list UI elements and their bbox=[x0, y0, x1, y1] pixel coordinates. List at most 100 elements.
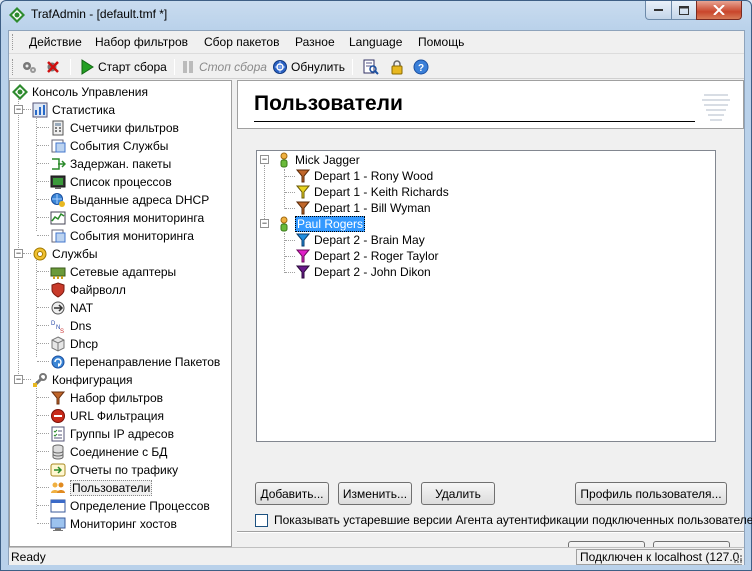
tree-item-dhcp-leases[interactable]: Выданные адреса DHCP bbox=[50, 191, 209, 209]
tree-item-url-filtering[interactable]: URL Фильтрация bbox=[50, 407, 164, 425]
stop-service-button[interactable] bbox=[45, 58, 61, 76]
wrench-icon bbox=[32, 372, 48, 388]
tree-item-label: Перенаправление Пакетов bbox=[70, 355, 221, 369]
gear-stop-icon bbox=[45, 59, 61, 75]
tree-node-statistics[interactable]: Статистика bbox=[32, 101, 115, 119]
svg-text:?: ? bbox=[418, 63, 424, 74]
user-node-paul-rogers[interactable]: Paul Rogers bbox=[276, 216, 366, 232]
show-outdated-agents-option[interactable]: Показывать устаревшие версии Агента ауте… bbox=[255, 513, 752, 527]
close-button[interactable] bbox=[696, 1, 742, 20]
database-icon bbox=[50, 444, 66, 460]
calculator-icon bbox=[50, 120, 66, 136]
menu-grip[interactable] bbox=[12, 34, 15, 50]
expand-statistics[interactable]: − bbox=[14, 105, 23, 114]
tree-item-users[interactable]: Пользователи bbox=[50, 479, 153, 497]
tree-item-service-events[interactable]: События Службы bbox=[50, 137, 168, 155]
member-label: Depart 2 - Roger Taylor bbox=[314, 249, 439, 263]
expand-user-0[interactable]: − bbox=[260, 155, 269, 164]
tree-item-network-adapters[interactable]: Сетевые адаптеры bbox=[50, 263, 176, 281]
status-text: Ready bbox=[11, 550, 46, 564]
console-icon bbox=[12, 84, 28, 100]
tree-item-filter-counters[interactable]: Счетчики фильтров bbox=[50, 119, 179, 137]
tree-item-process-detection[interactable]: Определение Процессов bbox=[50, 497, 210, 515]
about-button[interactable] bbox=[389, 58, 405, 76]
tree-item-label: События Службы bbox=[70, 139, 169, 153]
member-node[interactable]: Depart 1 - Bill Wyman bbox=[295, 200, 431, 216]
user-name-label: Paul Rogers bbox=[295, 216, 366, 232]
tree-item-dns[interactable]: DNS Dns bbox=[50, 317, 91, 335]
menu-misc[interactable]: Разное bbox=[295, 35, 335, 49]
tree-item-host-monitoring[interactable]: Мониторинг хостов bbox=[50, 515, 177, 533]
funnel-icon bbox=[295, 248, 311, 264]
member-node[interactable]: Depart 2 - Roger Taylor bbox=[295, 248, 439, 264]
add-button[interactable]: Добавить... bbox=[255, 482, 329, 505]
minimize-button[interactable] bbox=[645, 1, 672, 20]
delete-button[interactable]: Удалить bbox=[421, 482, 495, 505]
show-outdated-agents-checkbox[interactable] bbox=[255, 513, 268, 527]
tree-item-ip-groups[interactable]: Группы IP адресов bbox=[50, 425, 174, 443]
tree-item-nat[interactable]: NAT bbox=[50, 299, 93, 317]
tree-item-dhcp[interactable]: Dhcp bbox=[50, 335, 98, 353]
status-bar: Ready Подключен к localhost (127.0.0.1) bbox=[9, 547, 744, 565]
tree-node-configuration-label: Конфигурация bbox=[52, 373, 133, 387]
user-node-mick-jagger[interactable]: Mick Jagger bbox=[276, 152, 360, 168]
tree-item-monitoring-events[interactable]: События мониторинга bbox=[50, 227, 194, 245]
menu-action[interactable]: Действие bbox=[29, 35, 82, 49]
tree-item-firewall[interactable]: Файрволл bbox=[50, 281, 126, 299]
tree-node-services[interactable]: Службы bbox=[32, 245, 97, 263]
toolbar-grip[interactable] bbox=[12, 59, 15, 75]
tree-root[interactable]: Консоль Управления bbox=[12, 83, 148, 101]
tree-item-filter-set[interactable]: Набор фильтров bbox=[50, 389, 163, 407]
tree-item-traffic-reports[interactable]: Отчеты по трафику bbox=[50, 461, 178, 479]
member-node[interactable]: Depart 2 - Brain May bbox=[295, 232, 425, 248]
tree-node-configuration[interactable]: Конфигурация bbox=[32, 371, 133, 389]
edit-button[interactable]: Изменить... bbox=[338, 482, 412, 505]
help-button[interactable]: ? bbox=[413, 58, 429, 76]
menu-packet-capture[interactable]: Сбор пакетов bbox=[204, 35, 279, 49]
tree-item-monitoring-states[interactable]: Состояния мониторинга bbox=[50, 209, 204, 227]
funnel-icon bbox=[295, 184, 311, 200]
menu-filter-set[interactable]: Набор фильтров bbox=[95, 35, 188, 49]
connection-status: Подключен к localhost (127.0.0.1) bbox=[576, 549, 742, 565]
tree-node-services-label: Службы bbox=[52, 247, 98, 261]
member-node[interactable]: Depart 2 - John Dikon bbox=[295, 264, 431, 280]
app-logo-icon bbox=[9, 7, 25, 23]
maximize-button[interactable] bbox=[671, 1, 697, 20]
expand-configuration[interactable]: − bbox=[14, 375, 23, 384]
users-tree[interactable]: − Mick Jagger Depart 1 - Rony Wood Depar… bbox=[256, 150, 716, 442]
expand-user-1[interactable]: − bbox=[260, 219, 269, 228]
reset-label: Обнулить bbox=[291, 60, 346, 74]
navigation-tree[interactable]: Консоль Управления − Статистика Счетчики… bbox=[9, 80, 232, 547]
tree-item-delayed-packets[interactable]: Задержан. пакеты bbox=[50, 155, 171, 173]
expand-services[interactable]: − bbox=[14, 249, 23, 258]
statistics-icon bbox=[32, 102, 48, 118]
window-title: TrafAdmin - [default.tmf *] bbox=[31, 7, 168, 21]
menu-help[interactable]: Помощь bbox=[418, 35, 464, 49]
settings-button[interactable] bbox=[21, 58, 37, 76]
help-icon: ? bbox=[413, 59, 429, 75]
tree-item-label: Соединение с БД bbox=[70, 445, 168, 459]
member-node[interactable]: Depart 1 - Keith Richards bbox=[295, 184, 449, 200]
bottom-divider bbox=[237, 531, 744, 533]
tree-item-label: Определение Процессов bbox=[70, 499, 210, 513]
diagnostics-button[interactable] bbox=[363, 58, 379, 76]
member-node[interactable]: Depart 1 - Rony Wood bbox=[295, 168, 433, 184]
tree-item-process-list[interactable]: Список процессов bbox=[50, 173, 172, 191]
funnel-icon bbox=[295, 264, 311, 280]
services-gear-icon bbox=[32, 246, 48, 262]
tree-item-label: События мониторинга bbox=[70, 229, 194, 243]
start-capture-button[interactable]: Старт сбора bbox=[79, 58, 167, 76]
monitoring-chart-icon bbox=[50, 210, 66, 226]
tree-item-label: Dns bbox=[70, 319, 92, 333]
tree-item-db-connection[interactable]: Соединение с БД bbox=[50, 443, 167, 461]
tree-item-label: Состояния мониторинга bbox=[70, 211, 205, 225]
tree-item-packet-redirect[interactable]: Перенаправление Пакетов bbox=[50, 353, 220, 371]
resize-grip-icon[interactable] bbox=[731, 552, 743, 564]
reset-button[interactable]: Обнулить bbox=[272, 58, 345, 76]
menu-language[interactable]: Language bbox=[349, 35, 402, 49]
toolbar-separator bbox=[174, 59, 175, 75]
play-icon bbox=[79, 59, 95, 75]
stop-capture-button[interactable]: Стоп сбора bbox=[180, 58, 267, 76]
title-bar[interactable]: TrafAdmin - [default.tmf *] bbox=[1, 1, 751, 29]
user-profile-button[interactable]: Профиль пользователя... bbox=[575, 482, 727, 505]
